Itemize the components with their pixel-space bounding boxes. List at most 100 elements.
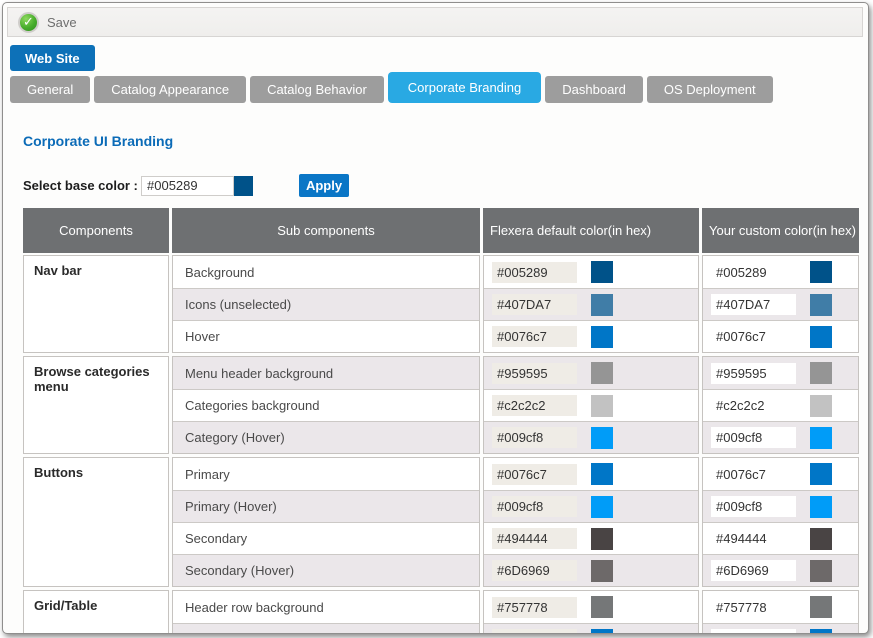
sub-component-label: Secondary xyxy=(173,531,247,546)
default-color-row: #757778 xyxy=(484,591,698,623)
tab-web-site[interactable]: Web Site xyxy=(10,45,95,71)
default-hex-value: #009cf8 xyxy=(492,496,577,517)
default-color-swatch xyxy=(591,629,613,635)
tab-strip: GeneralCatalog AppearanceCatalog Behavio… xyxy=(10,73,773,103)
custom-color-swatch[interactable] xyxy=(810,326,832,348)
default-color-row: #009cf8 xyxy=(484,421,698,453)
default-hex-value: #0076c7 xyxy=(492,326,577,347)
custom-hex-input[interactable] xyxy=(711,496,796,517)
default-hex-value: #0076c7 xyxy=(492,464,577,485)
custom-color-row xyxy=(703,389,858,421)
sub-component-label: Category (Hover) xyxy=(173,430,285,445)
save-button[interactable]: ✓ Save xyxy=(8,8,87,36)
column-header: Your custom color(in hex) xyxy=(702,208,859,253)
sub-component-row: Primary xyxy=(173,458,479,490)
default-color-row: #009cf8 xyxy=(484,490,698,522)
default-hex-value: #407DA7 xyxy=(492,294,577,315)
default-color-swatch xyxy=(591,362,613,384)
tab-catalog-behavior[interactable]: Catalog Behavior xyxy=(250,76,384,103)
column-header: Flexera default color(in hex) xyxy=(483,208,699,253)
custom-color-row xyxy=(703,458,858,490)
custom-hex-input[interactable] xyxy=(711,560,796,581)
custom-hex-input[interactable] xyxy=(711,395,796,416)
default-hex-value: #757778 xyxy=(492,597,577,618)
custom-color-column xyxy=(702,590,859,634)
default-hex-value: #005289 xyxy=(492,262,577,283)
sub-component-label: Icons (unselected) xyxy=(173,297,291,312)
column-header: Sub components xyxy=(172,208,480,253)
base-color-controls: Select base color : Apply xyxy=(23,174,349,197)
toolbar: ✓ Save xyxy=(7,7,863,37)
default-color-column: #005289 #407DA7 #0076c7 xyxy=(483,255,699,353)
base-color-label: Select base color : xyxy=(23,178,141,193)
default-color-swatch xyxy=(591,496,613,518)
sub-component-row: Categories background xyxy=(173,389,479,421)
component-group: Browse categories menuMenu header backgr… xyxy=(23,356,859,454)
custom-color-swatch[interactable] xyxy=(810,362,832,384)
custom-hex-input[interactable] xyxy=(711,427,796,448)
component-group: Nav barBackgroundIcons (unselected)Hover… xyxy=(23,255,859,353)
default-color-swatch xyxy=(591,528,613,550)
component-name-cell: Grid/Table xyxy=(23,590,169,634)
custom-color-swatch[interactable] xyxy=(810,395,832,417)
default-hex-value: #959595 xyxy=(492,363,577,384)
component-name-cell: Buttons xyxy=(23,457,169,587)
sub-components-column: Background Icons (unselected) Hover xyxy=(172,255,480,353)
custom-color-swatch[interactable] xyxy=(810,560,832,582)
sub-component-label: Header row background xyxy=(173,600,324,615)
default-color-swatch xyxy=(591,326,613,348)
custom-hex-input[interactable] xyxy=(711,597,796,618)
custom-color-swatch[interactable] xyxy=(810,496,832,518)
custom-hex-input[interactable] xyxy=(711,528,796,549)
tab-corporate-branding[interactable]: Corporate Branding xyxy=(388,72,541,103)
custom-hex-input[interactable] xyxy=(711,262,796,283)
default-color-row: #494444 xyxy=(484,522,698,554)
save-check-icon: ✓ xyxy=(18,12,39,33)
sub-component-row: Primary (Hover) xyxy=(173,490,479,522)
sub-component-label: Primary xyxy=(173,467,230,482)
custom-hex-input[interactable] xyxy=(711,464,796,485)
custom-color-swatch[interactable] xyxy=(810,427,832,449)
custom-color-row xyxy=(703,357,858,389)
tab-catalog-appearance[interactable]: Catalog Appearance xyxy=(94,76,246,103)
custom-hex-input[interactable] xyxy=(711,326,796,347)
custom-color-swatch[interactable] xyxy=(810,261,832,283)
base-color-input[interactable] xyxy=(141,176,234,196)
default-color-row: #407DA7 xyxy=(484,288,698,320)
default-color-row: #959595 xyxy=(484,357,698,389)
default-color-swatch xyxy=(591,427,613,449)
custom-color-swatch[interactable] xyxy=(810,463,832,485)
tab-os-deployment[interactable]: OS Deployment xyxy=(647,76,773,103)
custom-color-row xyxy=(703,490,858,522)
custom-color-swatch[interactable] xyxy=(810,629,832,635)
default-color-swatch xyxy=(591,596,613,618)
custom-color-row xyxy=(703,554,858,586)
default-hex-value: #c2c2c2 xyxy=(492,395,577,416)
default-color-row: #0076c7 xyxy=(484,458,698,490)
base-color-swatch[interactable] xyxy=(234,176,253,196)
tab-general[interactable]: General xyxy=(10,76,90,103)
custom-hex-input[interactable] xyxy=(711,629,796,634)
custom-color-swatch[interactable] xyxy=(810,294,832,316)
save-button-label: Save xyxy=(47,15,77,30)
apply-button[interactable]: Apply xyxy=(299,174,349,197)
custom-color-swatch[interactable] xyxy=(810,528,832,550)
column-header: Components xyxy=(23,208,169,253)
custom-color-row xyxy=(703,591,858,623)
custom-color-swatch[interactable] xyxy=(810,596,832,618)
sub-component-row: Background xyxy=(173,256,479,288)
sub-component-row: Menu header background xyxy=(173,357,479,389)
default-color-column: #959595 #c2c2c2 #009cf8 xyxy=(483,356,699,454)
component-group: ButtonsPrimaryPrimary (Hover)SecondarySe… xyxy=(23,457,859,587)
default-color-column: #757778#0076c7 xyxy=(483,590,699,634)
tab-web-site-label: Web Site xyxy=(25,51,80,66)
sub-component-row: Icons (unselected) xyxy=(173,288,479,320)
custom-color-row xyxy=(703,623,858,634)
sub-component-row: Secondary xyxy=(173,522,479,554)
custom-hex-input[interactable] xyxy=(711,294,796,315)
page-title: Corporate UI Branding xyxy=(23,133,173,149)
sub-component-label: Hover xyxy=(173,329,220,344)
sub-component-label: Background xyxy=(173,265,254,280)
custom-hex-input[interactable] xyxy=(711,363,796,384)
tab-dashboard[interactable]: Dashboard xyxy=(545,76,643,103)
